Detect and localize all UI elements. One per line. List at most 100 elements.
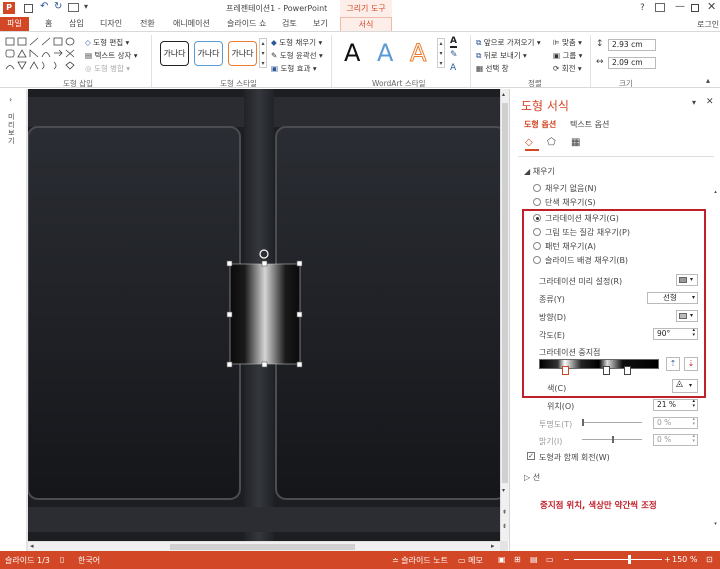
zoom-slider-thumb[interactable] xyxy=(628,555,631,564)
angle-input[interactable]: 90° ▴ ▾ xyxy=(653,328,698,340)
edit-shape-button[interactable]: ◇ 도형 편집 ▾ xyxy=(85,37,129,48)
maximize-button[interactable] xyxy=(691,4,699,12)
tab-insert[interactable]: 삽입 xyxy=(69,18,84,31)
shape-gallery[interactable] xyxy=(4,36,82,72)
shape-style-1[interactable]: 가나다 xyxy=(160,41,189,66)
text-effects-icon[interactable]: A xyxy=(450,63,456,73)
fill-option-radio[interactable] xyxy=(533,184,541,192)
tab-view[interactable]: 보기 xyxy=(313,18,328,31)
collapse-ribbon-icon[interactable]: ▴ xyxy=(706,76,710,85)
pane-options-icon[interactable]: ▾ xyxy=(692,98,696,107)
scroll-thumb[interactable] xyxy=(502,103,508,483)
merge-shapes-button[interactable]: ◎ 도형 병합 ▾ xyxy=(85,63,130,74)
fill-option-radio[interactable] xyxy=(533,228,541,236)
ribbon-display-icon[interactable] xyxy=(655,3,665,12)
gradient-stops-bar[interactable] xyxy=(539,359,659,369)
scroll-right-icon[interactable]: ▸ xyxy=(491,542,495,550)
size-properties-icon[interactable]: ▦ xyxy=(571,137,580,148)
tab-animations[interactable]: 애니메이션 xyxy=(173,18,210,31)
send-backward-button[interactable]: ⧉ 뒤로 보내기 ▾ xyxy=(476,50,527,61)
fill-option-radio[interactable] xyxy=(533,214,541,222)
height-input[interactable]: 2.93 cm xyxy=(608,39,656,51)
language-label[interactable]: 한국어 xyxy=(78,555,100,566)
reading-view-icon[interactable]: ▤ xyxy=(530,555,538,564)
prev-slide-icon[interactable]: ⇞ xyxy=(502,509,507,516)
tab-review[interactable]: 검토 xyxy=(282,18,297,31)
undo-icon[interactable]: ↶ xyxy=(40,1,48,12)
present-icon[interactable] xyxy=(68,3,79,12)
save-icon[interactable] xyxy=(24,4,33,13)
horizontal-scrollbar[interactable]: ◂ ▸ xyxy=(28,541,500,551)
color-picker[interactable]: ◬ ▾ xyxy=(672,379,698,393)
rotate-button[interactable]: ⟳ 회전 ▾ xyxy=(553,63,582,74)
scroll-left-icon[interactable]: ◂ xyxy=(30,542,34,550)
login-link[interactable]: 로그인 xyxy=(697,19,719,30)
shape-fill-button[interactable]: ◆ 도형 채우기 ▾ xyxy=(271,37,322,48)
fill-option-radio[interactable] xyxy=(533,198,541,206)
wordart-gallery-scroll[interactable]: ▴ ▾ ▾ xyxy=(437,38,445,68)
align-button[interactable]: ⊫ 맞춤 ▾ xyxy=(553,37,582,48)
next-slide-icon[interactable]: ⇟ xyxy=(502,523,507,530)
shape-effects-button[interactable]: ▣ 도형 효과 ▾ xyxy=(271,63,317,74)
pane-close-icon[interactable]: ✕ xyxy=(706,97,714,107)
shape-style-3[interactable]: 가나다 xyxy=(228,41,257,66)
gradient-stop-marker[interactable] xyxy=(562,366,569,375)
normal-view-icon[interactable]: ▣ xyxy=(498,555,506,564)
slide[interactable] xyxy=(28,89,500,541)
spellcheck-icon[interactable]: ▯ xyxy=(60,555,64,564)
expand-thumbnails-icon[interactable]: › xyxy=(9,95,12,104)
scroll-down-icon[interactable]: ▾ xyxy=(502,487,505,494)
brightness-slider-thumb[interactable] xyxy=(612,436,614,443)
tab-home[interactable]: 홈 xyxy=(45,18,52,31)
shape-outline-button[interactable]: ✎ 도형 윤곽선 ▾ xyxy=(271,50,323,61)
pane-scrollbar[interactable]: ▴ ▾ xyxy=(712,189,719,529)
tab-slideshow[interactable]: 슬라이드 쇼 xyxy=(227,18,266,31)
tab-design[interactable]: 디자인 xyxy=(100,18,122,31)
fill-section-header[interactable]: ◢ 채우기 xyxy=(524,166,555,177)
comments-button[interactable]: ▭ 메모 xyxy=(458,555,483,566)
effects-pentagon-icon[interactable]: ⬠ xyxy=(547,137,556,148)
rotate-with-shape-checkbox[interactable]: ✓ xyxy=(527,452,535,460)
scroll-up-icon[interactable]: ▴ xyxy=(502,91,505,98)
fill-option-radio[interactable] xyxy=(533,242,541,250)
tab-file[interactable]: 파일 xyxy=(0,17,29,31)
pane-scroll-up-icon[interactable]: ▴ xyxy=(712,189,719,195)
position-input[interactable]: 21 % ▴ ▾ xyxy=(653,399,698,411)
group-button[interactable]: ▣ 그룹 ▾ xyxy=(553,50,582,61)
brightness-input[interactable]: 0 % ▴ ▾ xyxy=(653,434,698,446)
style-gallery-scroll[interactable]: ▴ ▾ ▾ xyxy=(259,38,267,68)
tab-transitions[interactable]: 전환 xyxy=(140,18,155,31)
gradient-stop-marker[interactable] xyxy=(603,366,610,375)
line-section-header[interactable]: ▷ 선 xyxy=(524,472,540,483)
gradient-stop-marker[interactable] xyxy=(624,366,631,375)
help-button[interactable]: ? xyxy=(640,3,645,13)
wordart-style-blue[interactable]: A xyxy=(377,38,393,68)
width-input[interactable]: 2.09 cm xyxy=(608,57,656,69)
vertical-scrollbar[interactable]: ▴ ▾ ⇞ ⇟ xyxy=(500,89,509,541)
fill-option-radio[interactable] xyxy=(533,256,541,264)
more-icon[interactable]: ▾ xyxy=(84,2,88,11)
shape-style-2[interactable]: 가나다 xyxy=(194,41,223,66)
transparency-slider-track[interactable] xyxy=(582,422,642,423)
pane-scroll-down-icon[interactable]: ▾ xyxy=(712,521,719,527)
minimize-button[interactable]: — xyxy=(675,1,685,12)
zoom-level[interactable]: 150 % xyxy=(672,555,697,564)
tab-format[interactable]: 서식 xyxy=(340,17,392,31)
slideshow-view-icon[interactable]: ▭ xyxy=(546,555,554,564)
close-button[interactable]: ✕ xyxy=(707,0,716,13)
fill-line-icon[interactable]: ◇ xyxy=(525,137,539,151)
text-outline-icon[interactable]: ✎ xyxy=(450,50,458,60)
zoom-slider-track[interactable] xyxy=(574,559,662,560)
redo-icon[interactable]: ↻ xyxy=(54,1,62,12)
add-stop-icon[interactable]: ⇡ xyxy=(666,357,680,371)
tab-text-options[interactable]: 텍스트 옵션 xyxy=(570,119,609,130)
bring-forward-button[interactable]: ⧉ 앞으로 가져오기 ▾ xyxy=(476,37,541,48)
gradient-preset-dropdown[interactable]: ▾ xyxy=(676,274,698,286)
direction-dropdown[interactable]: ▾ xyxy=(676,310,698,322)
remove-stop-icon[interactable]: ⇣ xyxy=(684,357,698,371)
textbox-button[interactable]: ▤ 텍스트 상자 ▾ xyxy=(85,50,138,61)
notes-button[interactable]: ≐ 슬라이드 노트 xyxy=(392,555,448,566)
selection-pane-button[interactable]: ▦ 선택 창 xyxy=(476,63,509,74)
fit-slide-icon[interactable]: ⊡ xyxy=(706,555,713,564)
wordart-style-black[interactable]: A xyxy=(344,38,360,68)
